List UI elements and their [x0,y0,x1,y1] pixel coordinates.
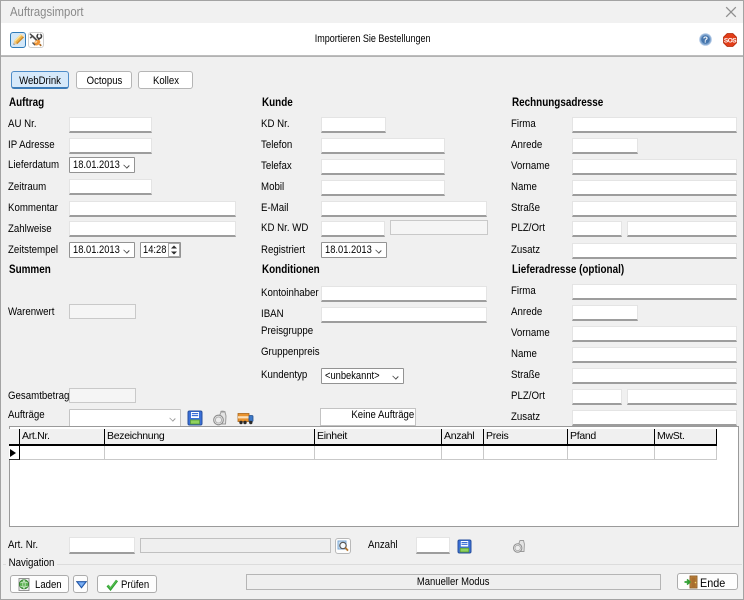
svg-text:SOS: SOS [724,38,737,45]
svg-text:?: ? [703,34,708,44]
